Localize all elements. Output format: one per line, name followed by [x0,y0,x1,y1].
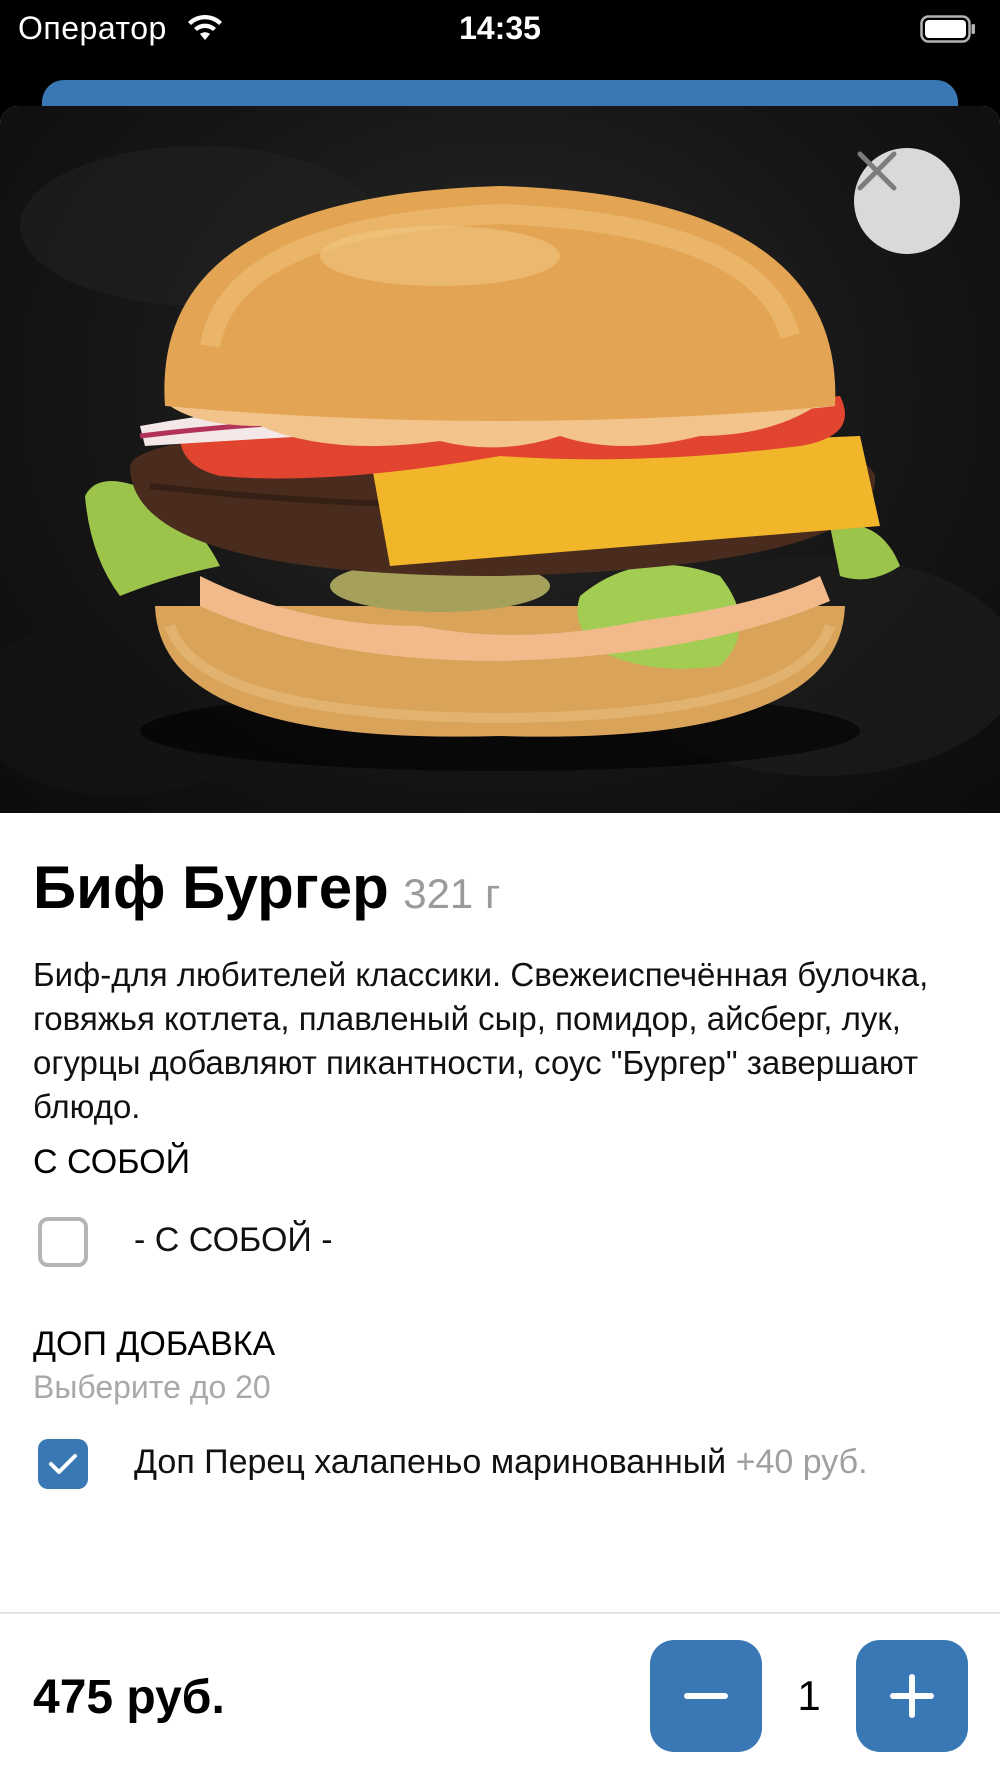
section-takeaway-title: С СОБОЙ [33,1143,191,1181]
order-footer: 475 руб. 1 [0,1614,1000,1778]
quantity-value: 1 [797,1672,821,1719]
battery-icon [920,14,976,51]
option-label: - С СОБОЙ - [134,1221,333,1259]
option-name: Доп Перец халапеньо маринованный [134,1443,727,1481]
product-weight: 321 г [403,870,501,917]
plus-icon [890,1674,934,1718]
decrease-quantity-button[interactable] [650,1640,762,1752]
close-icon [857,151,897,191]
product-description: Биф-для любителей классики. Свежеиспечён… [33,956,929,1125]
total-price: 475 руб. [33,1671,225,1724]
product-sheet: Биф Бургер 321 г Биф-для любителей класс… [0,106,1000,1778]
option-label: Доп Перец халапеньо маринованный +40 руб… [134,1443,868,1482]
jalapeno-checkbox[interactable] [38,1439,88,1489]
product-title: Биф Бургер [33,854,389,921]
checkmark-icon [49,1454,77,1474]
section-extras-title: ДОП ДОБАВКА [33,1325,276,1363]
increase-quantity-button[interactable] [856,1640,968,1752]
option-price: +40 руб. [735,1443,868,1481]
title-row: Биф Бургер 321 г [33,853,500,922]
minus-icon [684,1693,728,1699]
takeaway-checkbox[interactable] [38,1217,88,1267]
clock: 14:35 [459,10,541,46]
status-bar: Оператор 14:35 [0,0,1000,60]
section-extras-subtitle: Выберите до 20 [33,1369,271,1405]
product-image [0,106,1000,813]
close-button[interactable] [854,148,960,254]
